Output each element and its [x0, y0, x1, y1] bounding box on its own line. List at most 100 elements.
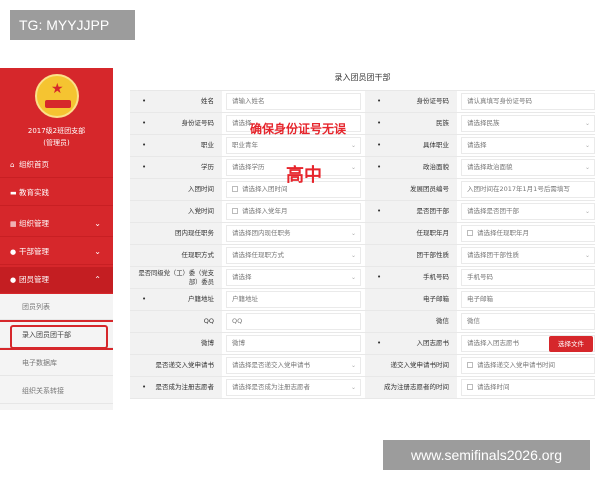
- nav-item-label: 组织管理: [19, 219, 49, 228]
- select-field[interactable]: 请选择团干部性质 ⌄: [461, 247, 595, 264]
- required-icon: •: [377, 207, 382, 215]
- input-field[interactable]: QQ: [226, 313, 361, 330]
- sub-item-label: 录入团员团干部: [22, 331, 71, 339]
- chevron-down-icon: ⌄: [350, 252, 356, 259]
- nav-item-education[interactable]: ▬ 教育实践: [0, 180, 113, 206]
- chevron-down-icon: ⌄: [584, 252, 590, 259]
- sidebar: ★ 2017级2班团支部 (管理员) ⌂ 组织首页 ▬ 教育实践 ▦ 组织管理 ⌄ ●…: [0, 68, 113, 410]
- field-label-text: 政治面貌: [423, 163, 449, 171]
- sub-item-enter-member[interactable]: 录入团员团干部: [0, 322, 113, 349]
- field-label: • 政治面貌: [365, 157, 457, 178]
- field-label: • 学历: [130, 157, 222, 178]
- field-label-text: 成为注册志愿者的时间: [384, 383, 449, 391]
- field-label-text: 是否递交入党申请书: [155, 361, 215, 369]
- nav-item-home[interactable]: ⌂ 组织首页: [0, 152, 113, 178]
- select-field[interactable]: 请选择政治面貌 ⌄: [461, 159, 595, 176]
- select-field[interactable]: 请选择团内现任职务 ⌄: [226, 225, 361, 242]
- field-label-text: 是否成为注册志愿者: [155, 383, 215, 391]
- input-field[interactable]: 请选择时间: [461, 379, 595, 396]
- calendar-icon: [467, 384, 473, 390]
- form-row: 是否同级党（工）委（党支部）委员 请选择 ⌄ • 手机号码 手机号码: [130, 267, 595, 289]
- input-field[interactable]: 请选择递交入党申请书时间: [461, 357, 595, 374]
- field-label-text: 具体职业: [423, 141, 449, 149]
- field-label-text: 身份证号码: [416, 97, 450, 105]
- field-label: • 是否成为注册志愿者: [130, 377, 222, 398]
- select-field[interactable]: 请选择是否团干部 ⌄: [461, 203, 595, 220]
- input-field[interactable]: 入团时间在2017年1月1号后需填写: [461, 181, 595, 198]
- field-label-text: 微博: [201, 339, 214, 347]
- field-value: 请选择时间: [477, 383, 510, 391]
- select-field[interactable]: 请选择是否递交入党申请书 ⌄: [226, 357, 361, 374]
- field-label-text: 是否团干部: [416, 207, 450, 215]
- calendar-icon: [232, 208, 238, 214]
- field-label: 微信: [365, 311, 457, 332]
- nav-item-org-management[interactable]: ▦ 组织管理 ⌄: [0, 211, 113, 237]
- chevron-down-icon: ⌄: [584, 142, 590, 149]
- input-field[interactable]: 户籍地址: [226, 291, 361, 308]
- field-value: 请输入姓名: [232, 97, 265, 105]
- choose-file-button[interactable]: 选择文件: [549, 336, 593, 352]
- annotation-edu-note: 高中: [286, 165, 322, 186]
- field-label: • 是否团干部: [365, 201, 457, 222]
- field-label: 电子邮箱: [365, 289, 457, 310]
- field-label-text: 递交入党申请书时间: [390, 361, 450, 369]
- input-field[interactable]: 微信: [461, 313, 595, 330]
- input-field[interactable]: 请输入姓名: [226, 93, 361, 110]
- select-field[interactable]: 职业青年 ⌄: [226, 137, 361, 154]
- select-field[interactable]: 请选择任现职方式 ⌄: [226, 247, 361, 264]
- chevron-down-icon: ⌄: [584, 208, 590, 215]
- field-label: • 职业: [130, 135, 222, 156]
- field-value: 微博: [232, 339, 245, 347]
- field-label-text: 是否同级党（工）委（党支部）委员: [138, 270, 214, 286]
- field-label: 任现职方式: [130, 245, 222, 266]
- form-row: 是否递交入党申请书 请选择是否递交入党申请书 ⌄ 递交入党申请书时间 请选择递交入党申请…: [130, 355, 595, 377]
- field-label: QQ: [130, 311, 222, 332]
- required-icon: •: [142, 383, 147, 391]
- required-icon: •: [142, 141, 147, 149]
- select-field[interactable]: 请选择民族 ⌄: [461, 115, 595, 132]
- form-row: 入团时间 请选择入团时间 发展团员编号 入团时间在2017年1月1号后需填写: [130, 179, 595, 201]
- sub-item-relation-transfer[interactable]: 组织关系转接: [0, 378, 113, 404]
- org-name: 2017级2班团支部: [27, 127, 86, 135]
- input-field[interactable]: 请认真填写身份证号码: [461, 93, 595, 110]
- required-icon: •: [377, 163, 382, 171]
- input-field[interactable]: 微博: [226, 335, 361, 352]
- chevron-down-icon: ⌄: [94, 247, 101, 256]
- nav-item-cadre-management[interactable]: ● 干部管理 ⌄: [0, 239, 113, 265]
- field-label-text: 团干部性质: [416, 251, 450, 259]
- select-field[interactable]: 请选择 ⌄: [461, 137, 595, 154]
- screenshot-root: TG: MYYJJPP ★ 2017级2班团支部 (管理员) ⌂ 组织首页 ▬ 教育…: [0, 0, 600, 480]
- select-field[interactable]: 请选择 ⌄: [226, 269, 361, 286]
- chevron-down-icon: ⌄: [350, 230, 356, 237]
- field-label: • 手机号码: [365, 267, 457, 288]
- sub-item-e-database[interactable]: 电子数据库: [0, 350, 113, 376]
- field-label: • 户籍地址: [130, 289, 222, 310]
- field-value: 手机号码: [467, 273, 493, 281]
- calendar-icon: [232, 186, 238, 192]
- input-field[interactable]: 请选择任现职年月: [461, 225, 595, 242]
- input-field[interactable]: 电子邮箱: [461, 291, 595, 308]
- field-label: • 姓名: [130, 91, 222, 112]
- nav-item-member-management[interactable]: ● 团员管理 ⌃: [0, 267, 113, 293]
- field-value: 请选择任现职年月: [477, 229, 529, 237]
- tg-tag: TG: MYYJJPP: [10, 10, 135, 40]
- field-value: 请选择: [232, 273, 252, 281]
- member-form: • 姓名 请输入姓名 • 身份证号码 请认真填写身份证号码 • 身份证号码 请选择 • 民族 请选择民…: [130, 90, 595, 399]
- field-value: 请选择入团志愿书: [467, 339, 519, 347]
- select-field[interactable]: 请选择是否成为注册志愿者 ⌄: [226, 379, 361, 396]
- field-label-text: 入团时间: [188, 185, 214, 193]
- field-label-text: 姓名: [201, 97, 214, 105]
- field-label: 是否递交入党申请书: [130, 355, 222, 376]
- chevron-down-icon: ⌄: [94, 219, 101, 228]
- input-field[interactable]: 请选择入党年月: [226, 203, 361, 220]
- field-label: 发展团员编号: [365, 179, 457, 200]
- field-value: 请选择: [232, 119, 252, 127]
- form-row: • 户籍地址 户籍地址 电子邮箱 电子邮箱: [130, 289, 595, 311]
- field-value: 请选择递交入党申请书时间: [477, 361, 555, 369]
- input-field[interactable]: 手机号码: [461, 269, 595, 286]
- chevron-down-icon: ⌄: [350, 142, 356, 149]
- field-label: • 身份证号码: [130, 113, 222, 134]
- sub-item-member-list[interactable]: 团员列表: [0, 294, 113, 320]
- field-value: 请选择入党年月: [242, 207, 288, 215]
- app-screen: ★ 2017级2班团支部 (管理员) ⌂ 组织首页 ▬ 教育实践 ▦ 组织管理 ⌄ ●…: [0, 65, 600, 410]
